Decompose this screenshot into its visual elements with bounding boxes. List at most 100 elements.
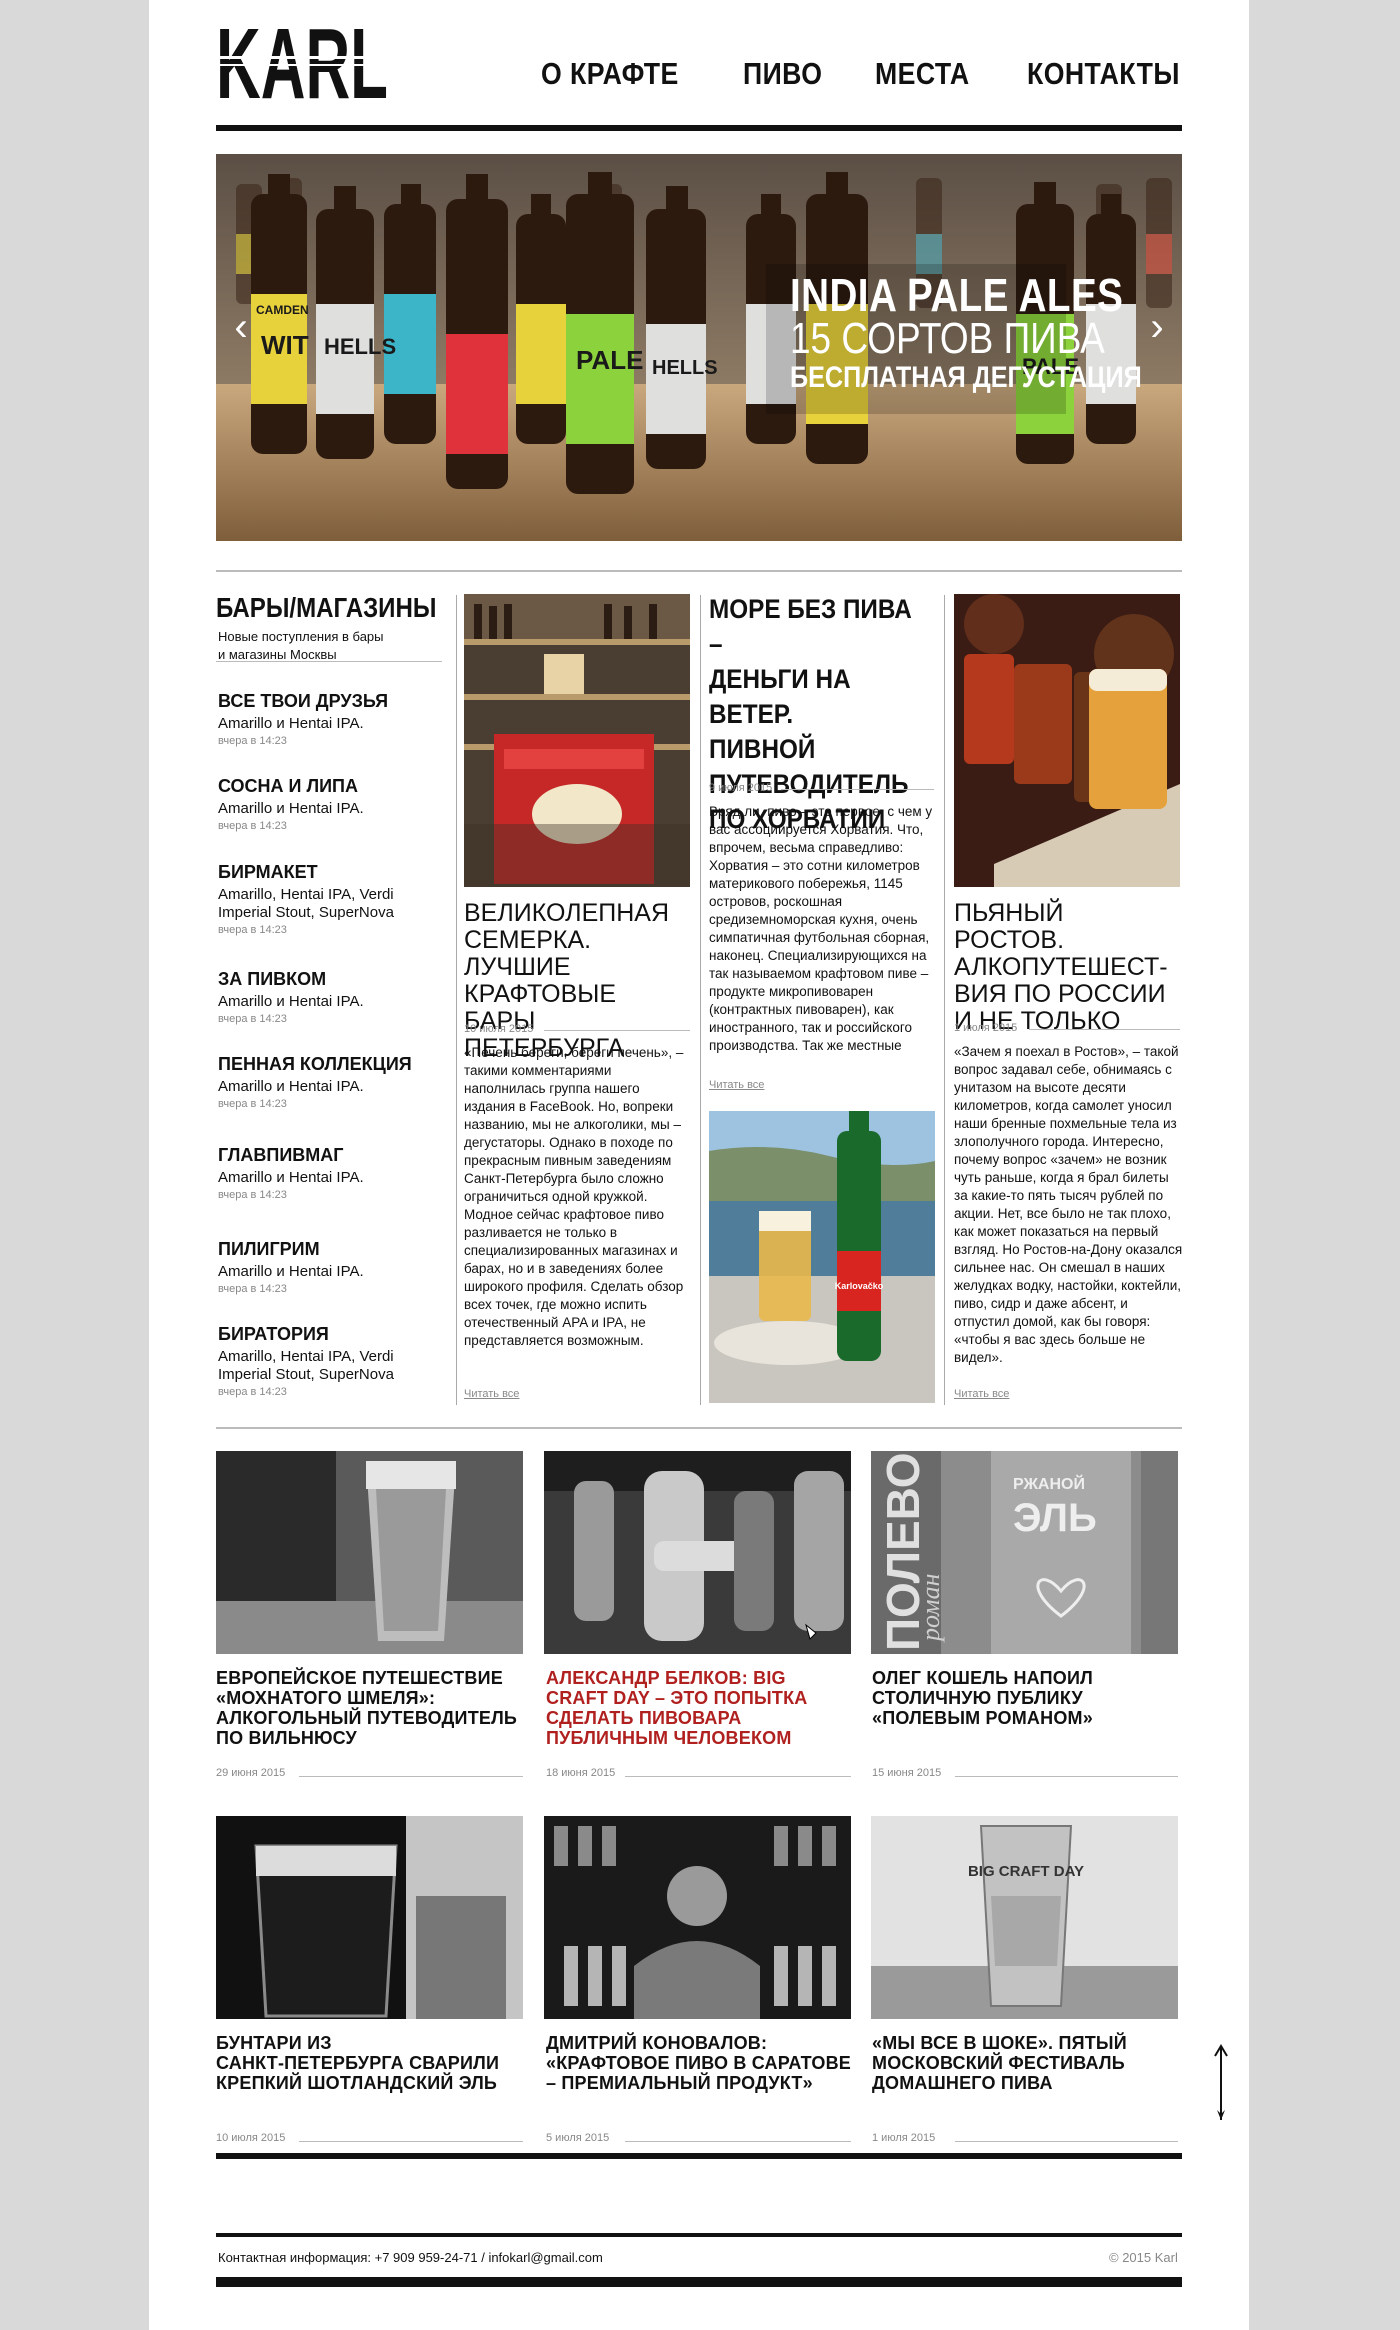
date-rule bbox=[955, 1776, 1178, 1777]
svg-text:PALE: PALE bbox=[576, 345, 643, 375]
read-more-link[interactable]: Читать все bbox=[709, 1079, 764, 1091]
news-image[interactable] bbox=[216, 1816, 523, 2019]
svg-text:РЖАНОЙ: РЖАНОЙ bbox=[1013, 1474, 1085, 1493]
title-line: АЛКОГОЛЬНЫЙ ПУТЕВОДИТЕЛЬ bbox=[216, 1708, 518, 1728]
title-line: ВЕЛИКОЛЕПНАЯ bbox=[464, 899, 670, 927]
bar-name[interactable]: БИРАТОРИЯ bbox=[218, 1323, 448, 1345]
article-image-croatia[interactable]: Karlovačko bbox=[709, 1111, 935, 1403]
read-more-link[interactable]: Читать все bbox=[464, 1388, 519, 1400]
sidebar-bar-item[interactable]: ГЛАВПИВМАГ Amarillo и Hentai IPA. вчера … bbox=[218, 1144, 448, 1201]
title-line: АЛКОПУТЕШЕСТ- bbox=[954, 953, 1168, 981]
bar-name[interactable]: ВСЕ ТВОИ ДРУЗЬЯ bbox=[218, 690, 448, 712]
bar-beers: Amarillo и Hentai IPA. bbox=[218, 800, 364, 817]
title-line: ДЕНЬГИ НА ВЕТЕР. bbox=[709, 664, 851, 729]
article-title[interactable]: ВЕЛИКОЛЕПНАЯ СЕМЕРКА. ЛУЧШИЕ КРАФТОВЫЕ Б… bbox=[464, 900, 690, 1062]
news-title[interactable]: ОЛЕГ КОШЕЛЬ НАПОИЛ СТОЛИЧНУЮ ПУБЛИКУ «ПО… bbox=[872, 1668, 1182, 1728]
bar-beers: Amarillo, Hentai IPA, Verdi Imperial Sto… bbox=[218, 1348, 394, 1383]
news-image[interactable] bbox=[544, 1451, 851, 1654]
bar-time: вчера в 14:23 bbox=[218, 1283, 287, 1295]
bar-time: вчера в 14:23 bbox=[218, 924, 287, 936]
section-divider bbox=[216, 1427, 1182, 1429]
news-image[interactable]: ПОЛЕВОЙ роман РЖАНОЙ ЭЛЬ bbox=[871, 1451, 1178, 1654]
nav-contacts[interactable]: КОНТАКТЫ bbox=[1027, 56, 1179, 96]
bar-beers: Amarillo и Hentai IPA. bbox=[218, 715, 364, 732]
news-title[interactable]: ДМИТРИЙ КОНОВАЛОВ: «КРАФТОВОЕ ПИВО В САР… bbox=[546, 2033, 866, 2093]
title-line: – ПРЕМИАЛЬНЫЙ ПРОДУКТ» bbox=[546, 2073, 813, 2093]
article-image-bar[interactable] bbox=[464, 594, 690, 887]
sidebar-bar-item[interactable]: ВСЕ ТВОИ ДРУЗЬЯ Amarillo и Hentai IPA. в… bbox=[218, 690, 448, 747]
bar-name[interactable]: ПИЛИГРИМ bbox=[218, 1238, 448, 1260]
title-line: МОСКОВСКИЙ ФЕСТИВАЛЬ bbox=[872, 2053, 1125, 2073]
main-nav: О КРАФТЕ ПИВО МЕСТА КОНТАКТЫ bbox=[541, 56, 1187, 96]
article-title[interactable]: ПЬЯНЫЙ РОСТОВ. АЛКОПУТЕШЕСТ- ВИЯ ПО РОСС… bbox=[954, 900, 1180, 1035]
date-rule bbox=[299, 1776, 523, 1777]
date-rule bbox=[625, 1776, 851, 1777]
sidebar-bar-item[interactable]: ЗА ПИВКОМ Amarillo и Hentai IPA. вчера в… bbox=[218, 968, 448, 1025]
footer-contacts[interactable]: Контактная информация: +7 909 959-24-71 … bbox=[218, 2250, 603, 2265]
date-rule bbox=[299, 2141, 523, 2142]
scroll-top-arrow-icon[interactable] bbox=[1211, 2044, 1231, 2124]
title-line: ПИВНОЙ bbox=[709, 734, 816, 764]
bar-name[interactable]: ГЛАВПИВМАГ bbox=[218, 1144, 448, 1166]
dark-beer-bw-image bbox=[216, 1816, 523, 2019]
sidebar-bar-item[interactable]: ПЕННАЯ КОЛЛЕКЦИЯ Amarillo и Hentai IPA. … bbox=[218, 1053, 448, 1110]
bar-time: вчера в 14:23 bbox=[218, 1098, 287, 1110]
hero-slider[interactable]: CAMDEN WIT HELLS PALE HELLS PALE INDIA P… bbox=[216, 154, 1182, 541]
nav-about-craft[interactable]: О КРАФТЕ bbox=[541, 56, 678, 96]
footer-copyright: © 2015 Karl bbox=[1109, 2250, 1178, 2265]
nav-beer[interactable]: ПИВО bbox=[743, 56, 822, 96]
bar-name[interactable]: БИРМАКЕТ bbox=[218, 861, 448, 883]
bartender-bw-image bbox=[544, 1816, 851, 2019]
beer-taps-bw-image bbox=[544, 1451, 851, 1654]
svg-text:WIT: WIT bbox=[261, 330, 309, 360]
sidebar-bar-item[interactable]: БИРАТОРИЯ Amarillo, Hentai IPA, Verdi Im… bbox=[218, 1323, 448, 1398]
svg-text:BIG CRAFT DAY: BIG CRAFT DAY bbox=[968, 1863, 1084, 1880]
article-excerpt: «Зачем я поехал в Ростов», – такой вопро… bbox=[954, 1044, 1183, 1365]
bar-beers: Amarillo и Hentai IPA. bbox=[218, 993, 364, 1010]
footer-top-rule bbox=[216, 2233, 1182, 2237]
sidebar-bar-item[interactable]: СОСНА И ЛИПА Amarillo и Hentai IPA. вчер… bbox=[218, 775, 448, 832]
news-title[interactable]: БУНТАРИ ИЗ САНКТ-ПЕТЕРБУРГА СВАРИЛИ КРЕП… bbox=[216, 2033, 526, 2093]
footer-bottom-rule bbox=[216, 2277, 1182, 2287]
title-line: ПЬЯНЫЙ РОСТОВ. bbox=[954, 899, 1065, 954]
column-divider bbox=[456, 595, 457, 1405]
sidebar-bar-item[interactable]: ПИЛИГРИМ Amarillo и Hentai IPA. вчера в … bbox=[218, 1238, 448, 1295]
svg-text:Karlovačko: Karlovačko bbox=[835, 1281, 884, 1291]
article-image-flight[interactable] bbox=[954, 594, 1180, 887]
sidebar-subtitle: Новые поступления в бары и магазины Моск… bbox=[218, 628, 418, 664]
karl-logo[interactable]: KARL bbox=[216, 8, 388, 120]
read-more-link[interactable]: Читать все bbox=[954, 1388, 1009, 1400]
news-title[interactable]: ЕВРОПЕЙСКОЕ ПУТЕШЕСТВИЕ «МОХНАТОГО ШМЕЛЯ… bbox=[216, 1668, 526, 1748]
svg-text:роман: роман bbox=[916, 1573, 945, 1643]
bar-time: вчера в 14:23 bbox=[218, 1013, 287, 1025]
slider-prev-icon[interactable]: ‹ bbox=[226, 304, 256, 350]
date-rule bbox=[955, 2141, 1178, 2142]
title-line: ПУБЛИЧНЫМ ЧЕЛОВЕКОМ bbox=[546, 1728, 792, 1748]
news-image[interactable] bbox=[216, 1451, 523, 1654]
news-date: 1 июля 2015 bbox=[872, 2132, 936, 2144]
bar-name[interactable]: ЗА ПИВКОМ bbox=[218, 968, 448, 990]
sidebar-bar-item[interactable]: БИРМАКЕТ Amarillo, Hentai IPA, Verdi Imp… bbox=[218, 861, 448, 936]
svg-text:HELLS: HELLS bbox=[652, 357, 718, 379]
slider-next-icon[interactable]: › bbox=[1142, 304, 1172, 350]
hero-caption: INDIA PALE ALES 15 СОРТОВ ПИВА БЕСПЛАТНА… bbox=[790, 272, 1182, 396]
bar-beers: Amarillo и Hentai IPA. bbox=[218, 1078, 364, 1095]
hero-divider bbox=[216, 570, 1182, 572]
date-rule bbox=[1029, 1029, 1180, 1030]
title-line: «КРАФТОВОЕ ПИВО В САРАТОВЕ bbox=[546, 2053, 852, 2073]
bar-shelves-image bbox=[464, 594, 690, 887]
title-line: ДОМАШНЕГО ПИВА bbox=[872, 2073, 1053, 2093]
news-title[interactable]: АЛЕКСАНДР БЕЛКОВ: BIG CRAFT DAY – ЭТО ПО… bbox=[546, 1668, 856, 1748]
article-date: 1 июля 2015 bbox=[954, 1022, 1018, 1034]
bar-name[interactable]: ПЕННАЯ КОЛЛЕКЦИЯ bbox=[218, 1053, 448, 1075]
nav-places[interactable]: МЕСТА bbox=[875, 56, 969, 96]
title-line: «МОХНАТОГО ШМЕЛЯ»: bbox=[216, 1688, 436, 1708]
news-image[interactable] bbox=[544, 1816, 851, 2019]
article-date: 9 июля 2015 bbox=[709, 782, 773, 794]
bar-name[interactable]: СОСНА И ЛИПА bbox=[218, 775, 448, 797]
title-line: ОЛЕГ КОШЕЛЬ НАПОИЛ bbox=[872, 1668, 1093, 1688]
news-title[interactable]: «МЫ ВСЕ В ШОКЕ». ПЯТЫЙ МОСКОВСКИЙ ФЕСТИВ… bbox=[872, 2033, 1182, 2093]
title-line: КРЕПКИЙ ШОТЛАНДСКИЙ ЭЛЬ bbox=[216, 2073, 498, 2093]
article-title[interactable]: МОРЕ БЕЗ ПИВА – ДЕНЬГИ НА ВЕТЕР. ПИВНОЙ … bbox=[709, 592, 925, 837]
news-image[interactable]: BIG CRAFT DAY bbox=[871, 1816, 1178, 2019]
